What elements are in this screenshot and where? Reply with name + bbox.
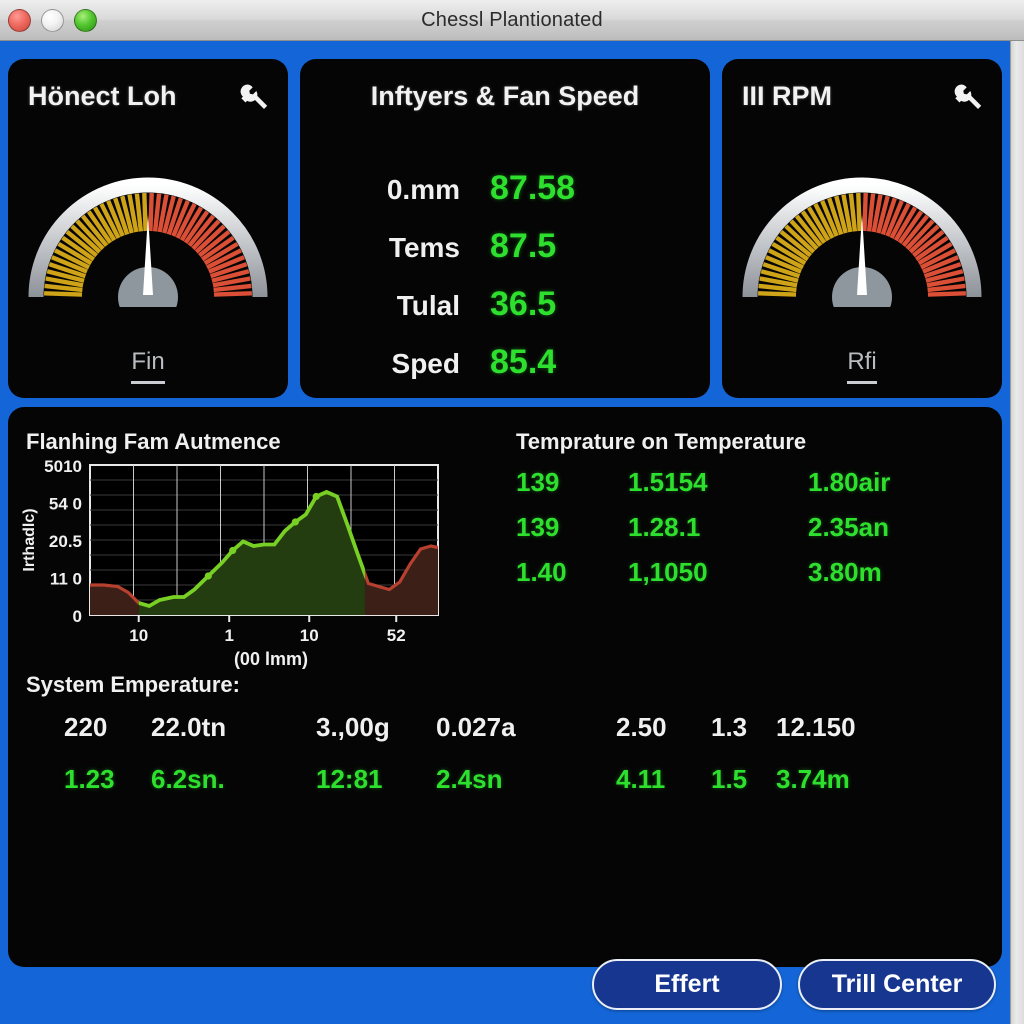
wrench-icon[interactable] (236, 81, 270, 115)
temperature-section-title: Temprature on Temperature (516, 429, 807, 454)
sys-cell: 22.0tn (151, 712, 227, 742)
readout-list: 0.mm 87.58 Tems 87.5 Tulal 36.5 Sped 85.… (300, 169, 710, 398)
svg-text:10: 10 (129, 626, 148, 645)
temp-cell: 1.5154 (628, 467, 708, 497)
table-row: 1.40 1,1050 3.80m (516, 557, 986, 602)
sys-cell: 1.3 (711, 712, 748, 742)
right-gauge-footer: Rfi (722, 348, 1002, 384)
left-gauge-footer-label: Fin (131, 348, 165, 384)
sys-cell: 3.74m (776, 764, 850, 794)
table-row: 1.23 6.2sn. 12:81 2.4sn 4.11 1.5 3.74m (26, 764, 976, 816)
wrench-icon[interactable] (950, 81, 984, 115)
temp-cell: 139 (516, 512, 560, 542)
temp-cell: 1.80air (808, 467, 891, 497)
temp-cell: 3.80m (808, 557, 882, 587)
window-titlebar: Chessl Plantionated (0, 0, 1024, 41)
svg-text:54 0: 54 0 (49, 495, 82, 514)
left-gauge-dial (26, 167, 270, 327)
sys-cell: 6.2sn. (151, 764, 225, 794)
sys-cell: 2.4sn (436, 764, 503, 794)
readout-label: Tems (388, 232, 460, 263)
system-temperature-title: System Emperature: (26, 672, 240, 697)
sys-cell: 1.5 (711, 764, 748, 794)
sys-cell: 12:81 (316, 764, 383, 794)
system-stats-grid: 220 22.0tn 3.,00g 0.027a 2.50 1.3 12.150… (26, 712, 976, 816)
svg-text:0: 0 (73, 607, 82, 626)
left-gauge-panel: Hönect Loh Fin (8, 59, 288, 398)
temp-cell: 1.28.1 (628, 512, 701, 542)
readout-label: Sped (391, 348, 460, 379)
right-gauge-footer-label: Rfi (847, 348, 877, 384)
table-row: 220 22.0tn 3.,00g 0.027a 2.50 1.3 12.150 (26, 712, 976, 764)
svg-text:Irthadlc): Irthadlc) (21, 508, 38, 571)
window-body: Hönect Loh Fin Inftyers & Fan Speed 0.mm… (0, 41, 1010, 1024)
sys-cell: 4.11 (616, 764, 666, 794)
vertical-scrollbar[interactable] (1010, 41, 1024, 1024)
readout-row: Tems 87.5 (342, 227, 668, 285)
readout-row: Sped 85.4 (342, 343, 668, 398)
sys-cell: 3.,00g (316, 712, 390, 742)
sys-cell: 0.027a (436, 712, 516, 742)
left-gauge-footer: Fin (8, 348, 288, 384)
readout-value: 87.58 (490, 169, 576, 207)
traffic-light-group (8, 9, 97, 32)
svg-text:1: 1 (224, 626, 233, 645)
trill-center-button[interactable]: Trill Center (798, 959, 996, 1010)
readout-row: Tulal 36.5 (342, 285, 668, 343)
sys-cell: 12.150 (776, 712, 856, 742)
table-row: 139 1.28.1 2.35an (516, 512, 986, 557)
right-gauge-dial (740, 167, 984, 327)
readout-label: 0.mm (386, 174, 460, 205)
svg-text:10: 10 (300, 626, 319, 645)
sys-cell: 1.23 (64, 764, 115, 794)
center-panel-title: Inftyers & Fan Speed (370, 81, 640, 111)
chart-title: Flanhing Fam Autmence (26, 429, 281, 454)
window-title: Chessl Plantionated (421, 8, 603, 31)
sys-cell: 220 (64, 712, 108, 742)
sys-cell: 2.50 (616, 712, 667, 742)
zoom-button[interactable] (74, 9, 97, 32)
readout-value: 36.5 (490, 285, 557, 323)
readout-label: Tulal (396, 290, 460, 321)
svg-text:11 0: 11 0 (50, 570, 82, 589)
center-readout-panel: Inftyers & Fan Speed 0.mm 87.58 Tems 87.… (300, 59, 710, 398)
right-gauge-title: III RPM (742, 81, 833, 111)
footer-button-bar: Effert Trill Center (0, 959, 1010, 1010)
temp-cell: 1.40 (516, 557, 567, 587)
readout-row: 0.mm 87.58 (342, 169, 668, 227)
close-button[interactable] (8, 9, 31, 32)
bottom-panel: Flanhing Fam Autmence 5010 54 0 20.5 11 0 0 I… (8, 407, 1002, 967)
left-gauge-title: Hönect Loh (28, 81, 177, 111)
temp-cell: 139 (516, 467, 560, 497)
svg-text:5010: 5010 (44, 457, 82, 476)
svg-text:(00 lmm): (00 lmm) (234, 649, 308, 669)
table-row: 139 1.5154 1.80air (516, 467, 986, 512)
temp-cell: 2.35an (808, 512, 889, 542)
top-panel-row: Hönect Loh Fin Inftyers & Fan Speed 0.mm… (8, 59, 1002, 398)
readout-value: 87.5 (490, 227, 557, 265)
svg-text:20.5: 20.5 (49, 532, 82, 551)
performance-chart: 5010 54 0 20.5 11 0 0 Irthadlc) 10 1 10 52 (00 lmm… (18, 455, 458, 675)
minimize-button[interactable] (41, 9, 64, 32)
effert-button[interactable]: Effert (592, 959, 782, 1010)
temp-cell: 1,1050 (628, 557, 708, 587)
readout-value: 85.4 (490, 343, 557, 381)
right-gauge-panel: III RPM Rfi (722, 59, 1002, 398)
svg-text:52: 52 (387, 626, 406, 645)
temperature-grid: 139 1.5154 1.80air 139 1.28.1 2.35an 1.4… (516, 467, 986, 602)
